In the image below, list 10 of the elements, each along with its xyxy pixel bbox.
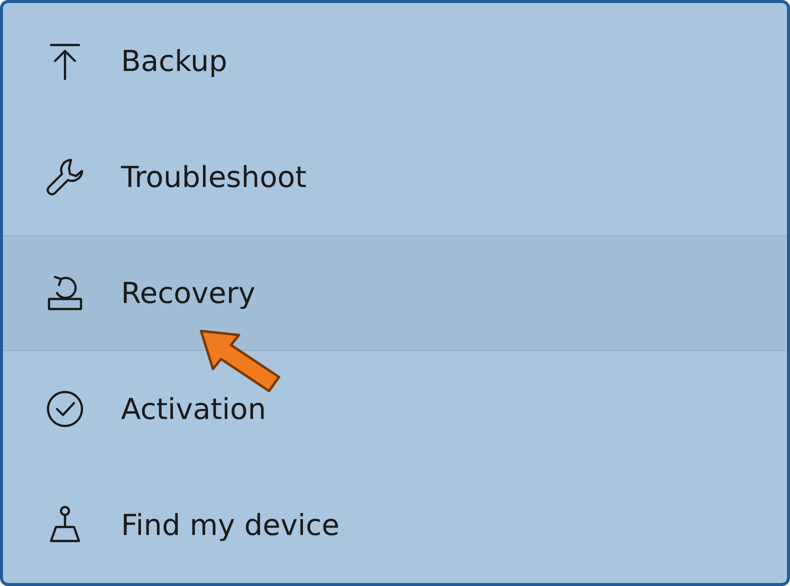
menu-item[interactable]: Find my device: [3, 467, 787, 583]
menu-item-label: Backup: [121, 44, 228, 78]
menu-item-label: Find my device: [121, 508, 340, 542]
menu-item[interactable]: Recovery: [3, 235, 787, 351]
menu-item-label: Recovery: [121, 276, 256, 310]
menu-item-label: Troubleshoot: [121, 160, 307, 194]
menu-item[interactable]: Backup: [3, 3, 787, 119]
menu-item-label: Activation: [121, 392, 266, 426]
menu-item[interactable]: Activation: [3, 351, 787, 467]
menu-item[interactable]: Troubleshoot: [3, 119, 787, 235]
